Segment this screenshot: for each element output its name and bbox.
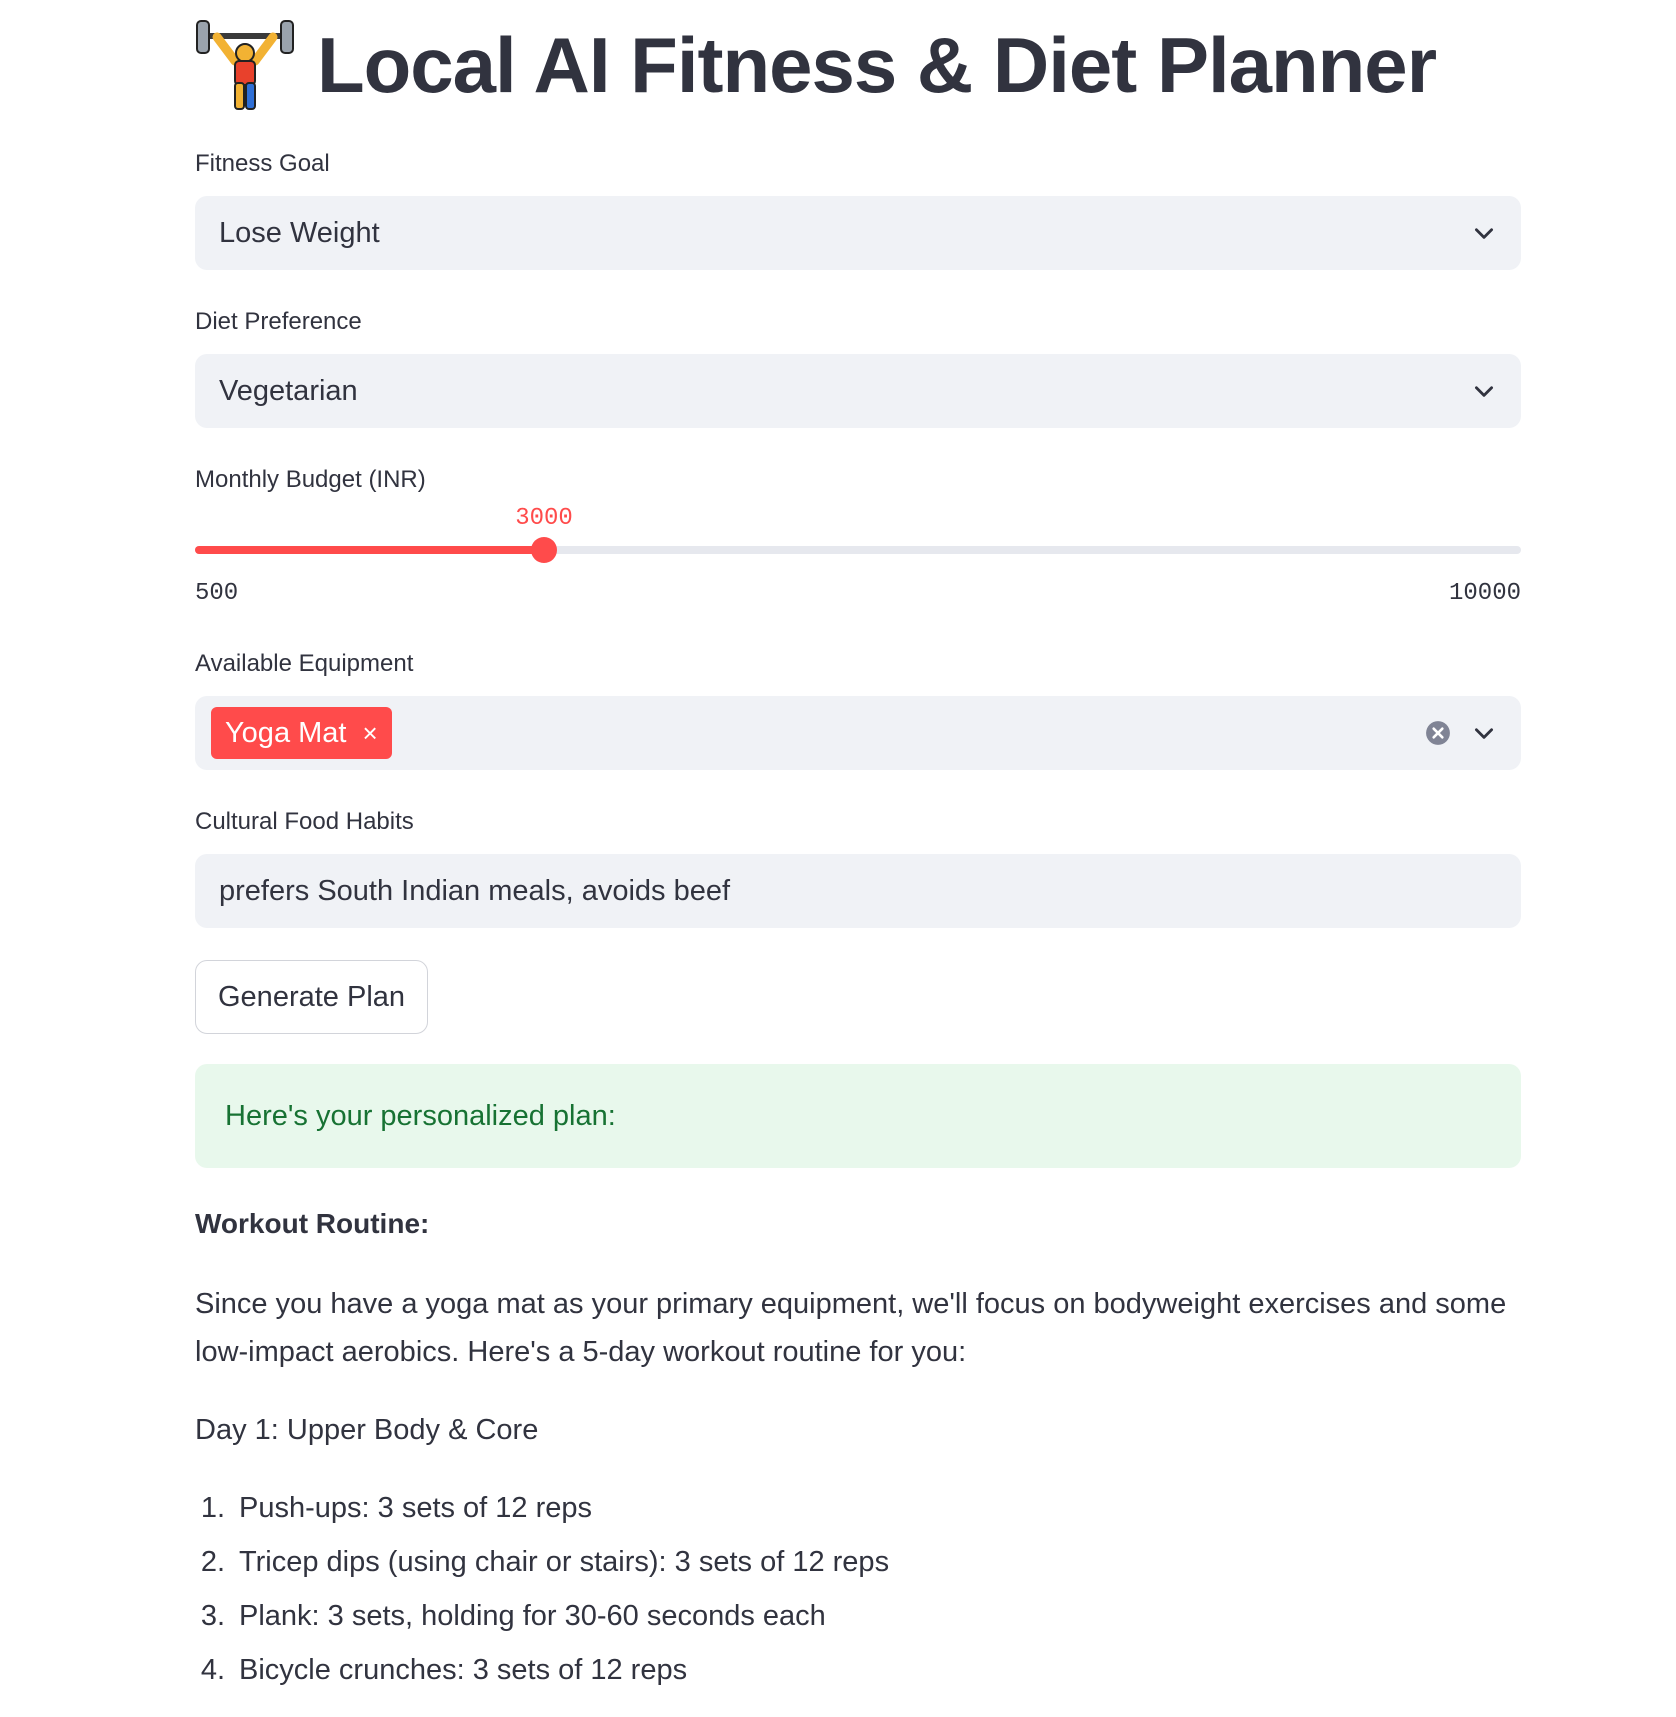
chevron-down-icon[interactable]: [1471, 378, 1497, 404]
equipment-tag[interactable]: Yoga Mat ×: [211, 707, 392, 759]
app-page: Local AI Fitness & Diet Planner Fitness …: [0, 0, 1676, 1717]
day1-title: Day 1: Upper Body & Core: [195, 1414, 539, 1446]
budget-slider-fill: [195, 546, 544, 554]
chevron-down-icon[interactable]: [1471, 220, 1497, 246]
weightlifter-emoji-icon: [196, 20, 294, 110]
diet-preference-select[interactable]: Vegetarian: [195, 354, 1521, 428]
cultural-habits-label: Cultural Food Habits: [195, 808, 414, 835]
cultural-habits-input[interactable]: prefers South Indian meals, avoids beef: [195, 854, 1521, 928]
fitness-goal-label: Fitness Goal: [195, 150, 330, 177]
list-item: 1. Push-ups: 3 sets of 12 reps: [195, 1481, 889, 1535]
list-item-text: Tricep dips (using chair or stairs): 3 s…: [239, 1545, 890, 1578]
list-item-text: Plank: 3 sets, holding for 30-60 seconds…: [239, 1599, 826, 1632]
fitness-goal-select[interactable]: Lose Weight: [195, 196, 1521, 270]
list-item-text: Bicycle crunches: 3 sets of 12 reps: [239, 1653, 688, 1686]
equipment-label: Available Equipment: [195, 650, 414, 677]
fitness-goal-value: Lose Weight: [219, 216, 380, 249]
generate-plan-button[interactable]: Generate Plan: [195, 960, 429, 1034]
equipment-tag-label: Yoga Mat: [225, 716, 347, 749]
page-header: Local AI Fitness & Diet Planner: [195, 10, 1437, 120]
equipment-multiselect[interactable]: Yoga Mat ×: [195, 696, 1521, 770]
chevron-down-icon[interactable]: [1471, 720, 1497, 746]
list-item-number: 3.: [200, 1599, 225, 1632]
budget-slider-thumb[interactable]: [531, 537, 557, 563]
workout-intro-paragraph: Since you have a yoga mat as your primar…: [195, 1288, 1507, 1368]
tag-remove-icon[interactable]: ×: [362, 720, 377, 746]
budget-slider[interactable]: [195, 537, 1521, 563]
diet-preference-label: Diet Preference: [195, 308, 362, 335]
diet-preference-value: Vegetarian: [219, 374, 358, 407]
list-item: 2. Tricep dips (using chair or stairs): …: [195, 1535, 889, 1589]
page-title: Local AI Fitness & Diet Planner: [317, 20, 1437, 109]
workout-routine-heading: Workout Routine:: [195, 1208, 430, 1239]
list-item-number: 2.: [200, 1545, 225, 1578]
list-item: 4. Bicycle crunches: 3 sets of 12 reps: [195, 1643, 889, 1697]
list-item-number: 4.: [200, 1653, 225, 1686]
success-alert: Here's your personalized plan:: [195, 1064, 1521, 1168]
budget-slider-value: 3000: [515, 505, 573, 532]
clear-all-icon[interactable]: [1425, 720, 1451, 746]
list-item-text: Push-ups: 3 sets of 12 reps: [239, 1491, 593, 1524]
budget-slider-min: 500: [195, 580, 239, 607]
day1-exercise-list: 1. Push-ups: 3 sets of 12 reps 2. Tricep…: [195, 1481, 889, 1697]
list-item-number: 1.: [200, 1491, 225, 1524]
budget-label: Monthly Budget (INR): [195, 466, 426, 493]
budget-slider-max: 10000: [1448, 580, 1521, 607]
list-item: 3. Plank: 3 sets, holding for 30-60 seco…: [195, 1589, 889, 1643]
